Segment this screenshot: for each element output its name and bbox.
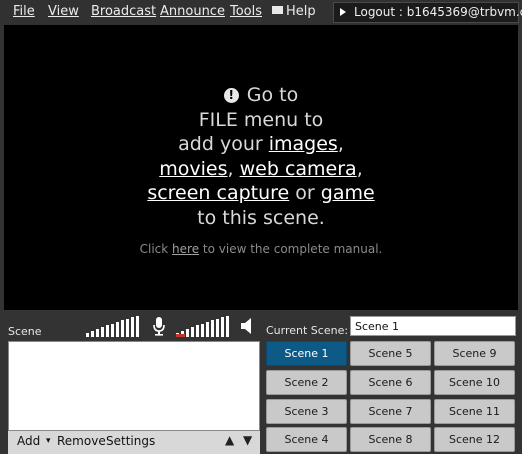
scene-preview[interactable]: ! Go to FILE menu to add your images, mov… xyxy=(4,25,518,310)
web-camera-link[interactable]: web camera xyxy=(240,158,357,180)
scene-list-label: Scene xyxy=(8,325,42,338)
empty-scene-message: ! Go to FILE menu to add your images, mov… xyxy=(4,83,518,230)
message-add-your: add your xyxy=(178,133,269,155)
scene-button-6[interactable]: Scene 6 xyxy=(350,370,431,395)
or-text: or xyxy=(289,182,321,204)
scene-button-7[interactable]: Scene 7 xyxy=(350,399,431,424)
move-up-icon[interactable]: ▲ xyxy=(225,433,234,447)
level-indicator xyxy=(176,334,185,337)
message-line-1: Go to xyxy=(246,84,299,106)
manual-pre: Click xyxy=(139,242,173,256)
scene-button-8[interactable]: Scene 8 xyxy=(350,427,431,452)
manual-hint: Click here to view the complete manual. xyxy=(4,242,518,256)
menu-help[interactable]: Help xyxy=(272,4,316,19)
screen-capture-link[interactable]: screen capture xyxy=(147,182,289,204)
scene-button-5[interactable]: Scene 5 xyxy=(350,341,431,366)
add-label: Add xyxy=(17,434,41,448)
message-line-6: to this scene. xyxy=(197,206,325,229)
comma-1: , xyxy=(337,133,344,155)
menu-broadcast-label: Broadcast xyxy=(91,4,157,19)
current-scene-input[interactable] xyxy=(350,316,516,336)
manual-link[interactable]: here xyxy=(172,242,199,256)
menu-announce-label: Announce xyxy=(160,4,225,19)
add-button[interactable]: Add xyxy=(17,434,40,448)
scene-button-11[interactable]: Scene 11 xyxy=(434,399,515,424)
scene-button-1[interactable]: Scene 1 xyxy=(266,341,347,366)
exclamation-icon: ! xyxy=(223,88,239,103)
settings-button[interactable]: Settings xyxy=(106,434,155,448)
scene-button-9[interactable]: Scene 9 xyxy=(434,341,515,366)
scene-list-toolbar: Add ▾ Remove Settings ▲ ▼ xyxy=(8,431,260,454)
movies-link[interactable]: movies xyxy=(159,158,227,180)
mic-volume-meter[interactable] xyxy=(86,315,144,337)
move-down-icon[interactable]: ▼ xyxy=(243,433,252,447)
scene-button-10[interactable]: Scene 10 xyxy=(434,370,515,395)
menu-file-label: File xyxy=(13,4,35,19)
menu-broadcast[interactable]: Broadcast xyxy=(91,4,156,19)
remove-button[interactable]: Remove xyxy=(57,434,106,448)
scene-button-2[interactable]: Scene 2 xyxy=(266,370,347,395)
menu-view-label: View xyxy=(48,4,79,19)
scene-source-list[interactable] xyxy=(8,341,260,431)
menu-tools-label: Tools xyxy=(230,4,263,19)
menu-announce[interactable]: Announce xyxy=(160,4,225,19)
add-dropdown-icon[interactable]: ▾ xyxy=(46,436,51,446)
manual-post: to view the complete manual. xyxy=(199,242,383,256)
scene-button-12[interactable]: Scene 12 xyxy=(434,427,515,452)
current-scene-label: Current Scene: xyxy=(266,324,349,337)
speaker-icon[interactable] xyxy=(240,317,256,335)
comma-2: , xyxy=(227,157,240,180)
scene-button-3[interactable]: Scene 3 xyxy=(266,399,347,424)
menu-file[interactable]: File xyxy=(13,4,35,19)
logout-button[interactable]: Logout : b1645369@trbvm.com xyxy=(333,2,522,23)
scene-button-4[interactable]: Scene 4 xyxy=(266,427,347,452)
play-arrow-icon xyxy=(340,8,346,16)
message-line-2: FILE menu to xyxy=(198,108,324,131)
game-link[interactable]: game xyxy=(321,182,375,204)
microphone-icon[interactable] xyxy=(152,316,166,336)
comma-3: , xyxy=(356,157,363,180)
menu-tools[interactable]: Tools xyxy=(230,4,262,19)
logout-label: Logout : b1645369@trbvm.com xyxy=(354,5,522,19)
menu-help-label: Help xyxy=(286,4,316,19)
images-link[interactable]: images xyxy=(269,133,338,155)
menu-bar: File View Broadcast Announce Tools Help … xyxy=(0,0,522,25)
menu-view[interactable]: View xyxy=(48,4,79,19)
mail-icon xyxy=(272,6,283,14)
